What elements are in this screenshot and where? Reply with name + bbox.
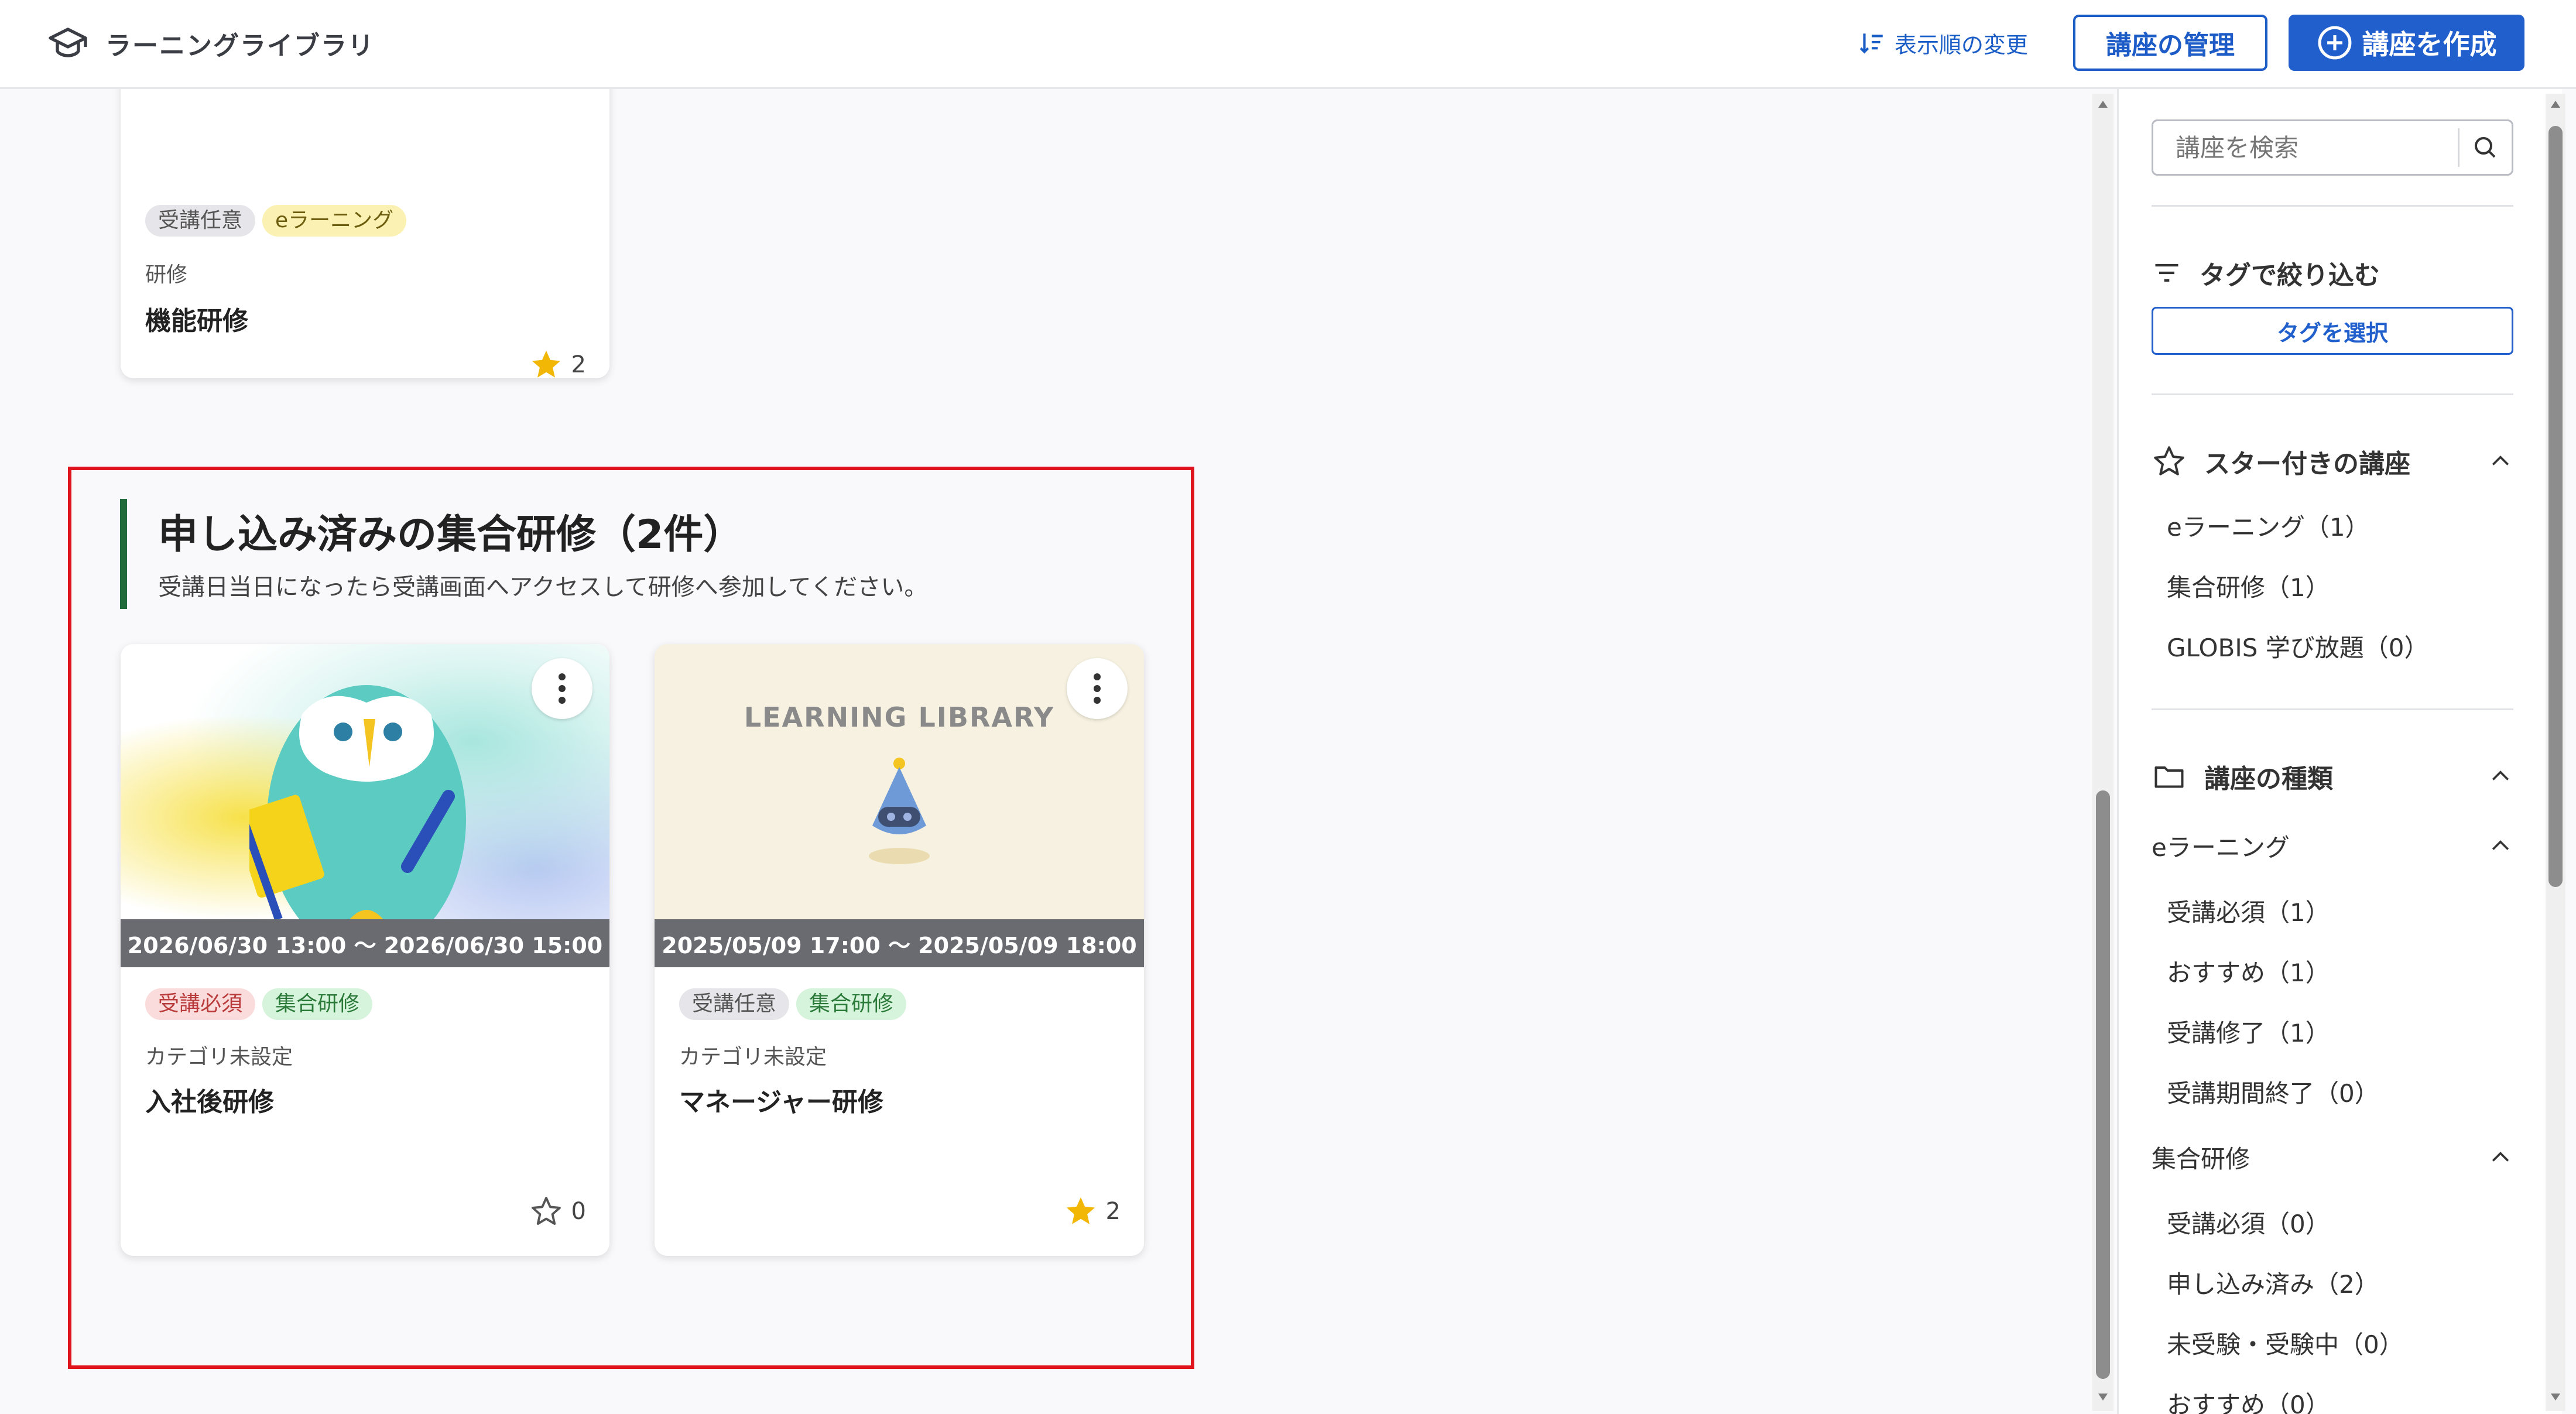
star-count: 2 [1105, 1198, 1121, 1225]
scroll-down-arrow-icon[interactable] [2550, 1392, 2561, 1402]
scroll-up-arrow-icon[interactable] [2097, 100, 2109, 109]
chevron-up-icon [2492, 840, 2509, 850]
section-accent-bar [120, 499, 127, 609]
card-date-range: 2026/06/30 13:00 〜 2026/06/30 15:00 [121, 919, 609, 967]
tag-optional: 受講任意 [679, 988, 790, 1020]
owl-mascot-icon [249, 685, 466, 924]
group-training-header[interactable]: 集合研修 [2152, 1139, 2513, 1175]
select-tag-label: タグを選択 [2276, 320, 2388, 346]
group-item-recommended[interactable]: おすすめ（0） [2167, 1385, 2330, 1414]
card-category: カテゴリ未設定 [145, 1045, 293, 1069]
card-tags: 受講任意 eラーニング [145, 205, 413, 237]
types-section-header[interactable]: 講座の種類 [2152, 758, 2513, 795]
elearning-item-expired[interactable]: 受講期間終了（0） [2167, 1074, 2379, 1110]
search-box [2152, 119, 2513, 176]
tag-filter-label: タグで絞り込む [2200, 261, 2380, 290]
sidebar-scrollbar[interactable] [2546, 94, 2565, 1411]
section-subtitle: 受講日当日になったら受講画面へアクセスして研修へ参加してください。 [158, 574, 928, 601]
elearning-group-header[interactable]: eラーニング [2152, 828, 2513, 864]
star-outline-icon [2154, 446, 2184, 475]
tag-group-training: 集合研修 [796, 988, 907, 1020]
tag-group-training: 集合研修 [262, 988, 373, 1020]
chevron-up-icon [2492, 456, 2509, 465]
filter-icon [2155, 263, 2178, 282]
scroll-down-arrow-icon[interactable] [2097, 1392, 2109, 1402]
chevron-up-icon [2492, 771, 2509, 780]
thumbnail-caption: LEARNING LIBRARY [744, 701, 1055, 733]
create-course-button[interactable]: 講座を作成 [2289, 15, 2524, 71]
app-title: ラーニングライブラリ [105, 31, 375, 61]
divider [2152, 708, 2513, 710]
search-input[interactable] [2153, 122, 2458, 173]
group-item-in-progress[interactable]: 未受験・受験中（0） [2167, 1325, 2404, 1361]
main-scrollbar-thumb[interactable] [2096, 790, 2110, 1379]
main-content: 受講任意 eラーニング 研修 機能研修 2 申し込み済みの集合研修（2件） 受講日… [0, 89, 2108, 1414]
group-item-required[interactable]: 受講必須（0） [2167, 1204, 2330, 1240]
scroll-up-arrow-icon[interactable] [2550, 100, 2561, 109]
card-category: カテゴリ未設定 [679, 1045, 827, 1069]
card-menu-button[interactable] [532, 658, 592, 719]
more-vertical-icon [559, 673, 566, 704]
star-outline-icon [531, 1197, 561, 1225]
sort-icon [1859, 33, 1883, 54]
card-title: 入社後研修 [145, 1087, 274, 1117]
course-card-nyusha[interactable]: 2026/06/30 13:00 〜 2026/06/30 15:00 受講必須… [121, 644, 609, 1256]
chevron-up-icon [2492, 1151, 2509, 1162]
folder-icon [2154, 766, 2184, 788]
starred-item-globis[interactable]: GLOBIS 学び放題（0） [2167, 628, 2428, 664]
card-category: 研修 [145, 263, 188, 287]
card-menu-button[interactable] [1067, 658, 1128, 719]
course-card-kinou[interactable]: 受講任意 eラーニング 研修 機能研修 2 [121, 89, 609, 378]
more-vertical-icon [1094, 673, 1101, 704]
star-filled-icon [1066, 1197, 1095, 1224]
app-header: ラーニングライブラリ 表示順の変更 講座の管理 講座を作成 [0, 0, 2576, 89]
star-toggle[interactable]: 0 [529, 1194, 586, 1228]
search-divider [2458, 128, 2459, 167]
star-filled-icon [532, 350, 560, 378]
sort-order-link[interactable]: 表示順の変更 [1857, 27, 2028, 59]
create-course-label: 講座を作成 [2362, 29, 2497, 60]
starred-section-header[interactable]: スター付きの講座 [2152, 443, 2513, 480]
starred-item-elearning[interactable]: eラーニング（1） [2167, 508, 2370, 543]
graduation-cap-icon [49, 28, 87, 57]
types-section-title: 講座の種類 [2204, 764, 2333, 794]
elearning-group-title: eラーニング [2152, 833, 2290, 862]
card-tags: 受講必須 集合研修 [145, 988, 379, 1020]
star-count: 2 [571, 351, 586, 378]
tag-optional: 受講任意 [145, 205, 256, 237]
starred-item-group[interactable]: 集合研修（1） [2167, 568, 2330, 604]
robot-mascot-icon [869, 758, 930, 864]
sort-order-label: 表示順の変更 [1895, 32, 2029, 58]
elearning-item-required[interactable]: 受講必須（1） [2167, 893, 2330, 929]
group-training-title: 集合研修 [2152, 1145, 2250, 1173]
group-item-applied[interactable]: 申し込み済み（2） [2167, 1265, 2379, 1300]
course-card-manager[interactable]: LEARNING LIBRARY 2025/05/09 17:00 〜 2025… [655, 644, 1144, 1256]
plus-circle-icon [2318, 26, 2351, 60]
sidebar-scrollbar-thumb[interactable] [2548, 126, 2563, 887]
elearning-item-completed[interactable]: 受講修了（1） [2167, 1014, 2330, 1049]
divider [2152, 205, 2513, 207]
filter-sidebar: タグで絞り込む タグを選択 スター付きの講座 eラーニング（1） 集合研修（1）… [2117, 89, 2562, 1414]
select-tag-button[interactable]: タグを選択 [2152, 307, 2513, 355]
tag-required: 受講必須 [145, 988, 256, 1020]
card-title: マネージャー研修 [679, 1087, 883, 1117]
starred-section-title: スター付きの講座 [2204, 449, 2410, 479]
divider [2152, 393, 2513, 395]
star-count: 0 [571, 1198, 586, 1225]
section-title: 申し込み済みの集合研修（2件） [158, 512, 744, 558]
star-toggle[interactable]: 2 [1064, 1194, 1121, 1228]
tag-filter-heading: タグで絞り込む [2152, 254, 2380, 292]
star-toggle[interactable]: 2 [529, 348, 586, 378]
card-date-range: 2025/05/09 17:00 〜 2025/05/09 18:00 [655, 919, 1144, 967]
main-scrollbar[interactable] [2092, 94, 2113, 1411]
elearning-item-recommended[interactable]: おすすめ（1） [2167, 953, 2330, 989]
manage-courses-button[interactable]: 講座の管理 [2073, 15, 2267, 71]
card-title: 機能研修 [145, 306, 248, 336]
tag-elearning: eラーニング [262, 205, 407, 237]
search-icon[interactable] [2471, 133, 2499, 162]
card-tags: 受講任意 集合研修 [679, 988, 913, 1020]
